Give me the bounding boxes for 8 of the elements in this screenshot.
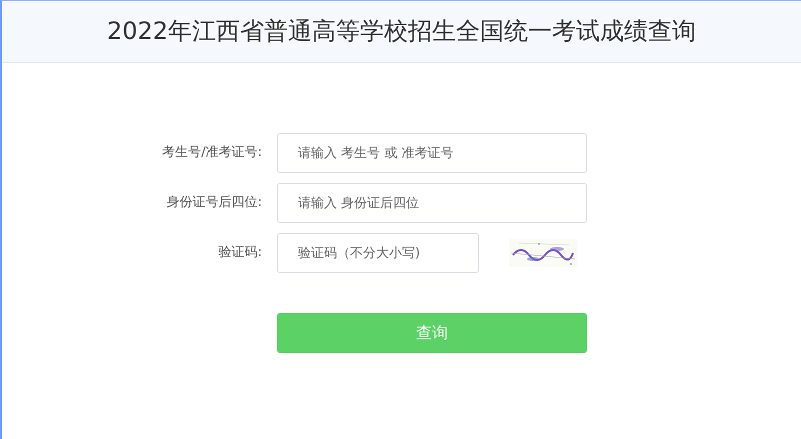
field-label: 身份证号后四位: bbox=[166, 194, 263, 212]
input-field[interactable]: 请输入 身份证后四位 bbox=[277, 183, 587, 223]
captcha-field[interactable]: 验证码（不分大小写) bbox=[277, 233, 479, 273]
field-label: 验证码: bbox=[218, 244, 263, 262]
input-field[interactable]: 请输入 考生号 或 准考证号 bbox=[277, 133, 587, 173]
page-title: 2022年江西省普通高等学校招生全国统一考试成绩查询 bbox=[106, 17, 696, 46]
field-label: 考生号/准考证号: bbox=[161, 144, 263, 162]
query-button[interactable]: 查询 bbox=[277, 313, 587, 353]
